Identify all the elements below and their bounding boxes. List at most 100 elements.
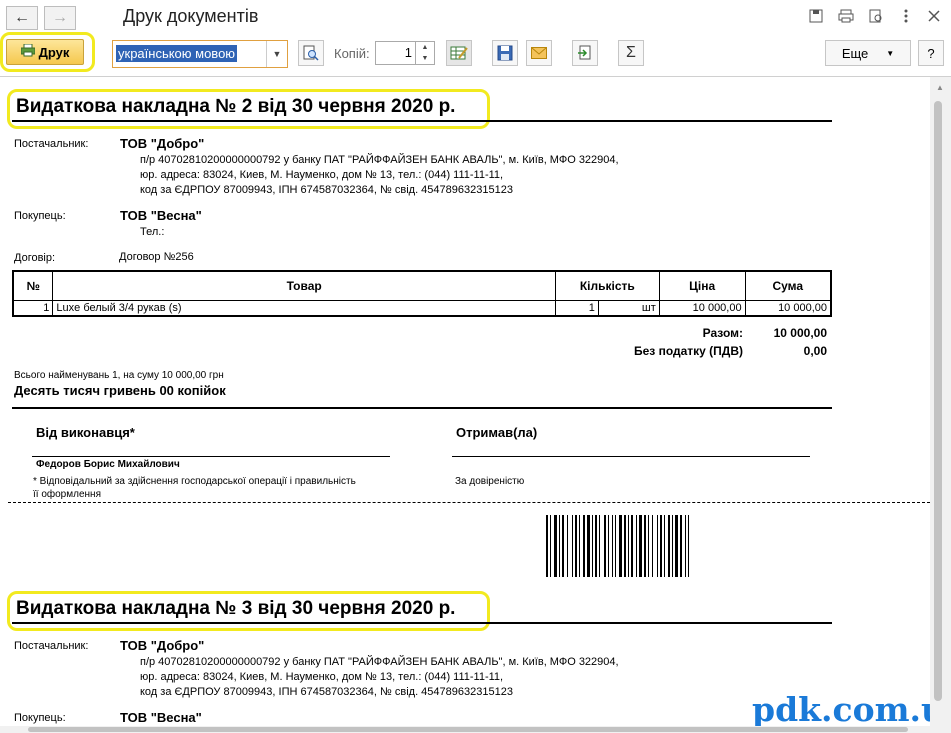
received-label: Отримав(ла) [456, 425, 538, 440]
buyer-name: ТОВ "Весна" [120, 710, 202, 725]
copies-label: Копій: [334, 46, 370, 61]
back-button[interactable]: ← [6, 6, 38, 30]
footnote-line: * Відповідальний за здійснення господарс… [33, 476, 356, 487]
supplier-bank-line: п/р 40702810200000000792 у банку ПАТ "РА… [140, 656, 619, 668]
more-label: Еще [841, 45, 869, 61]
forward-arrow-icon: → [52, 9, 68, 26]
barcode-bar [664, 515, 665, 577]
from-executor-label: Від виконавця* [36, 425, 135, 440]
page-break [8, 502, 930, 503]
vat-value: 0,00 [803, 344, 827, 358]
save-button[interactable] [492, 40, 518, 66]
barcode-bar [604, 515, 606, 577]
supplier-details: п/р 40702810200000000792 у банку ПАТ "РА… [140, 655, 619, 700]
supplier-name: ТОВ "Добро" [120, 136, 205, 151]
barcode-bar [628, 515, 629, 577]
chevron-down-icon: ▼ [886, 48, 895, 58]
email-button[interactable] [526, 40, 552, 66]
barcode-bar [675, 515, 678, 577]
vertical-scrollbar[interactable]: ▲ [930, 77, 951, 733]
save-icon[interactable] [806, 6, 826, 26]
edit-table-button[interactable] [446, 40, 472, 66]
supplier-address-line: юр. адреса: 83024, Киев, М. Науменко, до… [140, 169, 504, 181]
preview-zoom-button[interactable] [298, 40, 324, 66]
contract-value: Договор №256 [119, 251, 194, 263]
document-title: Видаткова накладна № 3 від 30 червня 202… [16, 598, 456, 619]
cell-unit: шт [597, 300, 660, 317]
barcode-bar [608, 515, 609, 577]
copies-value: 1 [404, 45, 412, 60]
barcode-bar [631, 515, 633, 577]
copies-stepper[interactable]: 1 ▲ ▼ [375, 41, 435, 65]
help-button[interactable]: ? [918, 40, 944, 66]
scrollbar-thumb[interactable] [28, 727, 908, 732]
sum-button[interactable]: Σ [618, 40, 644, 66]
receiver-signature-line [452, 456, 810, 457]
barcode-bar [579, 515, 580, 577]
printer-icon [20, 43, 36, 60]
close-icon[interactable] [924, 6, 944, 26]
back-arrow-icon: ← [14, 9, 30, 26]
horizontal-scrollbar[interactable] [0, 726, 930, 733]
supplier-details: п/р 40702810200000000792 у банку ПАТ "РА… [140, 153, 619, 198]
language-select[interactable]: українською мовою ▼ [112, 40, 288, 68]
column-header: Ціна [658, 270, 746, 301]
forward-button[interactable]: → [44, 6, 76, 30]
barcode-bar [595, 515, 597, 577]
barcode-bar [554, 515, 557, 577]
barcode-bar [668, 515, 670, 577]
buyer-label: Покупець: [14, 712, 66, 724]
print-button[interactable]: Друк [6, 39, 84, 65]
barcode-bar [685, 515, 686, 577]
amount-in-words: Десять тисяч гривень 00 копійок [14, 383, 226, 398]
barcode-bar [624, 515, 626, 577]
barcode-bar [636, 515, 637, 577]
barcode-bar [583, 515, 585, 577]
barcode-bar [657, 515, 658, 577]
supplier-label: Постачальник: [14, 138, 89, 150]
export-button[interactable] [572, 40, 598, 66]
stepper-arrows-icon[interactable]: ▲ ▼ [415, 42, 434, 64]
supplier-bank-line: п/р 40702810200000000792 у банку ПАТ "РА… [140, 154, 619, 166]
barcode-bar [660, 515, 662, 577]
barcode-bar [644, 515, 646, 577]
total-label: Разом: [702, 326, 743, 340]
chevron-down-icon[interactable]: ▼ [266, 41, 287, 67]
summary-line: Всього найменувань 1, на суму 10 000,00 … [14, 370, 224, 381]
barcode-bar [575, 515, 577, 577]
toolbar: Друк українською мовою ▼ Копій: 1 ▲ ▼ Σ Е… [0, 32, 951, 74]
document-preview[interactable]: Видаткова накладна № 2 від 30 червня 202… [0, 77, 930, 733]
barcode-bar [562, 515, 564, 577]
barcode-bar [559, 515, 560, 577]
print-button-label: Друк [38, 44, 70, 60]
barcode-bar [550, 515, 551, 577]
barcode-bar [672, 515, 673, 577]
table-header-row: № Товар Кількість Ціна Сума [12, 270, 832, 301]
barcode-bar [546, 515, 548, 577]
more-menu-button[interactable]: Еще ▼ [825, 40, 911, 66]
supplier-code-line: код за ЄДРПОУ 87009943, ІПН 674587032364… [140, 686, 513, 698]
proxy-label: За довіреністю [455, 476, 525, 487]
items-table: № Товар Кількість Ціна Сума 1 Luxe белый… [12, 270, 832, 317]
column-header: Сума [744, 270, 832, 301]
footnote-line: її оформлення [33, 489, 101, 500]
buyer-label: Покупець: [14, 210, 66, 222]
cell-item: Luxe белый 3/4 рукав (s) [52, 300, 556, 317]
more-vert-icon[interactable] [896, 6, 916, 26]
barcode-bar [599, 515, 600, 577]
preview-icon[interactable] [866, 6, 886, 26]
barcode-bar [688, 515, 689, 577]
barcode-bar [612, 515, 613, 577]
printer-icon[interactable] [836, 6, 856, 26]
barcode-bar [652, 515, 653, 577]
total-value: 10 000,00 [773, 326, 827, 340]
scroll-up-icon[interactable]: ▲ [936, 83, 944, 92]
contract-label: Договір: [14, 252, 56, 264]
executor-name: Федоров Борис Михайлович [36, 459, 180, 470]
title-rule [12, 622, 832, 624]
watermark: pdk.com.ua [752, 690, 951, 729]
cell-num: 1 [12, 300, 54, 317]
scrollbar-thumb[interactable] [934, 101, 942, 701]
vat-label: Без податку (ПДВ) [633, 344, 743, 358]
supplier-address-line: юр. адреса: 83024, Киев, М. Науменко, до… [140, 671, 504, 683]
